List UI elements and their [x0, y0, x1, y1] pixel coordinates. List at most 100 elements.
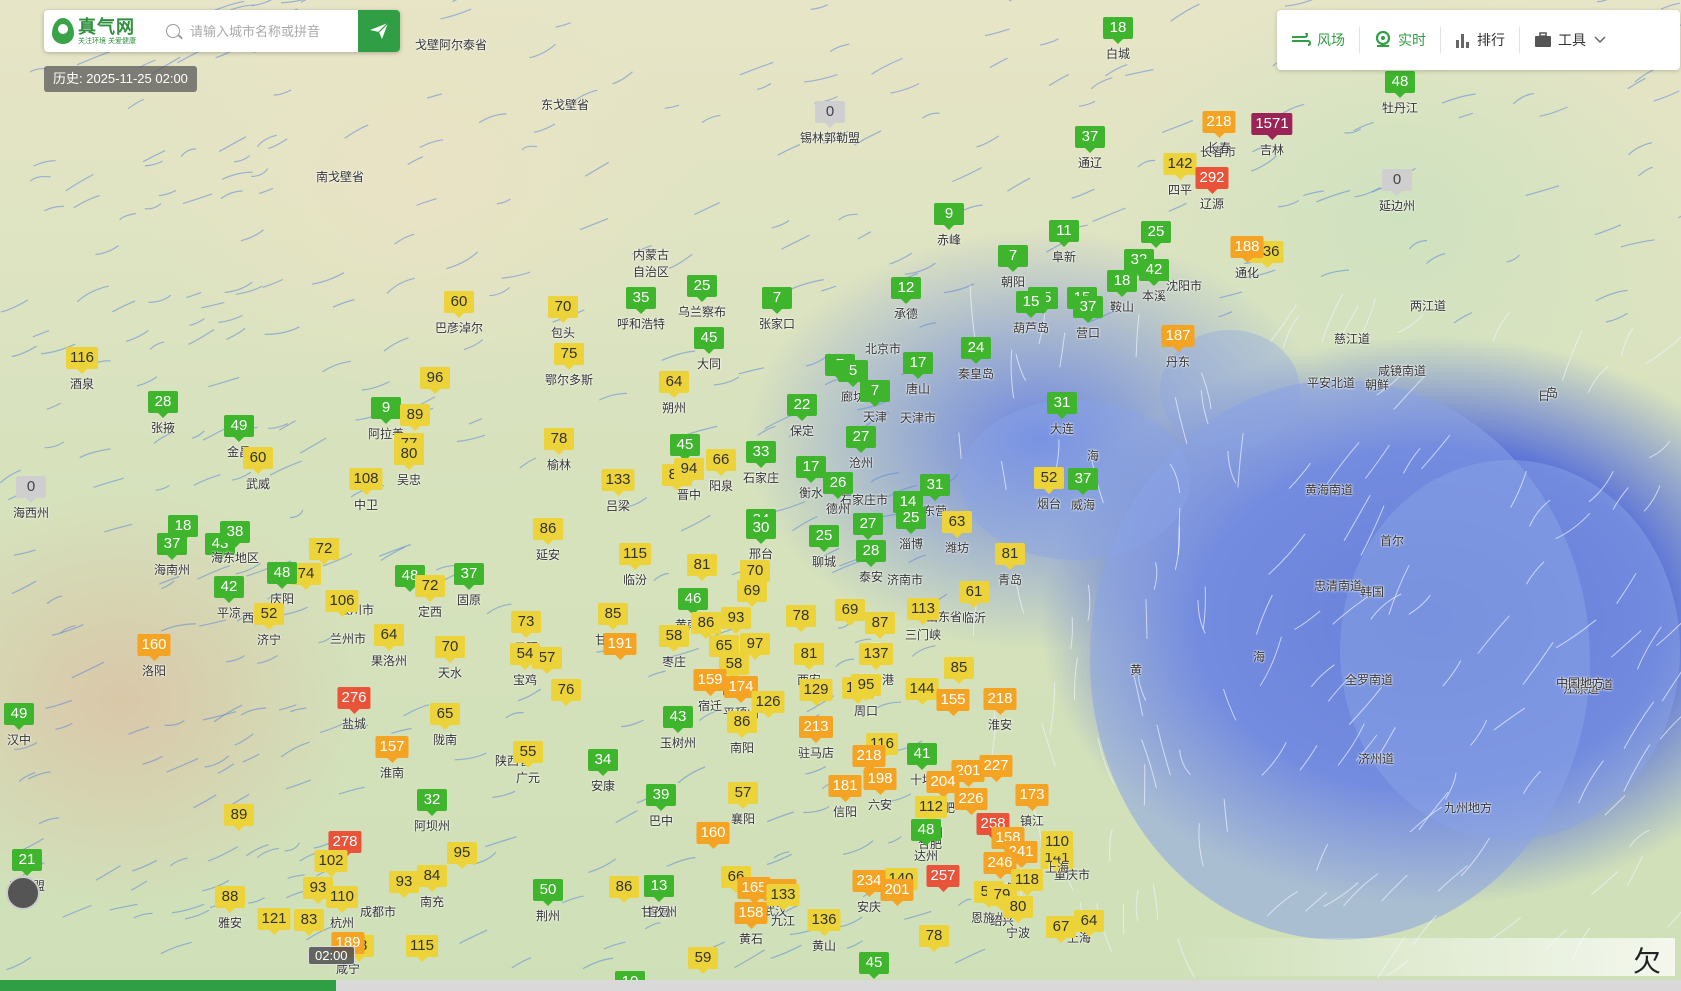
aqi-station-marker[interactable]: 96 [420, 367, 450, 395]
aqi-station-marker[interactable]: 1571 吉林 [1251, 113, 1293, 158]
aqi-station-marker[interactable]: 37 通辽 [1075, 126, 1105, 171]
aqi-station-marker[interactable]: 58 枣庄 [659, 625, 689, 670]
aqi-station-marker[interactable]: 28 张掖 [148, 391, 178, 436]
aqi-station-marker[interactable]: 89 [400, 404, 430, 432]
aqi-station-marker[interactable]: 60 武威 [243, 447, 273, 492]
aqi-station-marker[interactable]: 160 [696, 822, 730, 850]
aqi-station-marker[interactable]: 155 [936, 689, 970, 717]
aqi-station-marker[interactable]: 15 葫芦岛 [1013, 291, 1049, 336]
aqi-station-marker[interactable]: 49 汉中 [4, 703, 34, 748]
aqi-station-marker[interactable]: 102 [314, 850, 348, 878]
aqi-station-marker[interactable]: 66 阳泉 [706, 449, 736, 494]
aqi-station-marker[interactable]: 69 [835, 599, 865, 627]
aqi-station-marker[interactable]: 13 甘孜州 [641, 875, 677, 920]
wind-field-button[interactable]: 风场 [1277, 27, 1360, 53]
aqi-station-marker[interactable]: 136 黄山 [807, 909, 841, 954]
aqi-station-marker[interactable]: 64 [1074, 910, 1104, 938]
aqi-station-marker[interactable]: 113 三门峡 [905, 598, 941, 643]
aqi-station-marker[interactable]: 191 [603, 633, 637, 661]
aqi-station-marker[interactable]: 80 宁波 [1003, 896, 1033, 941]
aqi-station-marker[interactable]: 159 宿迁 [693, 669, 727, 714]
aqi-station-marker[interactable]: 37 海南州 [154, 533, 190, 578]
aqi-station-marker[interactable]: 22 保定 [787, 394, 817, 439]
aqi-station-marker[interactable]: 67 [1046, 916, 1076, 944]
aqi-station-marker[interactable]: 52 济宁 [254, 603, 284, 648]
aqi-station-marker[interactable]: 42 本溪 [1139, 259, 1169, 304]
aqi-station-marker[interactable]: 227 [979, 755, 1013, 783]
map-tool-icon[interactable] [6, 876, 40, 910]
aqi-station-marker[interactable]: 0 锡林郭勒盟 [800, 101, 860, 146]
aqi-station-marker[interactable]: 32 阿坝州 [414, 789, 450, 834]
aqi-station-marker[interactable]: 76 [551, 679, 581, 707]
aqi-station-marker[interactable]: 25 [1141, 221, 1171, 249]
aqi-station-marker[interactable]: 7 天津 [860, 380, 890, 425]
aqi-station-marker[interactable]: 93 [721, 607, 751, 635]
realtime-button[interactable]: 实时 [1360, 27, 1441, 53]
aqi-station-marker[interactable]: 78 [786, 605, 816, 633]
map-canvas[interactable]: 东戈壁省南戈壁省内蒙古 自治区戈壁阿尔泰省陕西省山东省朝鲜韩国江原道黄海南道忠清… [0, 0, 1681, 991]
timeline-track[interactable] [0, 980, 1681, 991]
aqi-station-marker[interactable]: 37 固原 [454, 563, 484, 608]
aqi-station-marker[interactable]: 25 淄博 [896, 507, 926, 552]
aqi-station-marker[interactable]: 33 石家庄 [743, 441, 779, 486]
aqi-station-marker[interactable]: 48 牡丹江 [1382, 71, 1418, 116]
aqi-station-marker[interactable]: 69 [737, 580, 767, 608]
site-logo[interactable]: 真气网 关注环境 关爱健康 [44, 17, 160, 46]
aqi-station-marker[interactable]: 86 延安 [533, 518, 563, 563]
aqi-station-marker[interactable]: 7 朝阳 [998, 245, 1028, 290]
aqi-station-marker[interactable]: 35 呼和浩特 [617, 287, 665, 332]
aqi-station-marker[interactable]: 42 平凉 [214, 576, 244, 621]
aqi-station-marker[interactable]: 31 大连 [1047, 392, 1077, 437]
aqi-station-marker[interactable]: 110 上海 [1041, 831, 1073, 876]
aqi-station-marker[interactable]: 78 榆林 [544, 428, 574, 473]
aqi-station-marker[interactable]: 61 临沂 [959, 581, 989, 626]
aqi-station-marker[interactable]: 157 淮南 [375, 736, 409, 781]
aqi-station-marker[interactable]: 37 营口 [1073, 296, 1103, 341]
aqi-station-marker[interactable]: 292 辽源 [1195, 167, 1229, 212]
aqi-station-marker[interactable]: 188 通化 [1230, 236, 1264, 281]
aqi-station-marker[interactable]: 39 巴中 [646, 784, 676, 829]
aqi-station-marker[interactable]: 94 晋中 [674, 458, 704, 503]
aqi-station-marker[interactable]: 17 唐山 [903, 352, 933, 397]
aqi-station-marker[interactable]: 64 果洛州 [371, 624, 407, 669]
aqi-station-marker[interactable]: 95 [447, 842, 477, 870]
aqi-station-marker[interactable]: 86 [609, 876, 639, 904]
aqi-station-marker[interactable]: 181 信阳 [828, 775, 862, 820]
aqi-station-marker[interactable]: 144 [905, 678, 939, 706]
aqi-station-marker[interactable]: 93 [389, 871, 419, 899]
aqi-station-marker[interactable]: 70 包头 [548, 296, 578, 341]
aqi-station-marker[interactable]: 133 九江 [766, 884, 800, 929]
aqi-station-marker[interactable]: 95 周口 [851, 674, 881, 719]
aqi-station-marker[interactable]: 116 酒泉 [66, 347, 98, 392]
aqi-station-marker[interactable]: 89 [224, 804, 254, 832]
aqi-station-marker[interactable]: 81 青岛 [995, 543, 1025, 588]
aqi-station-marker[interactable]: 45 [859, 952, 889, 980]
aqi-station-marker[interactable]: 25 乌兰察布 [678, 275, 726, 320]
aqi-station-marker[interactable]: 129 [799, 679, 833, 707]
aqi-station-marker[interactable]: 80 吴忠 [394, 443, 424, 488]
aqi-station-marker[interactable]: 37 威海 [1068, 468, 1098, 513]
aqi-station-marker[interactable]: 63 潍坊 [942, 511, 972, 556]
aqi-station-marker[interactable]: 201 [880, 879, 914, 907]
aqi-station-marker[interactable]: 121 [257, 908, 291, 936]
aqi-station-marker[interactable]: 11 阜新 [1049, 220, 1079, 265]
aqi-station-marker[interactable]: 70 天水 [435, 636, 465, 681]
aqi-station-marker[interactable]: 0 海西州 [13, 476, 49, 521]
aqi-station-marker[interactable]: 52 烟台 [1034, 467, 1064, 512]
aqi-station-marker[interactable]: 198 六安 [863, 768, 897, 813]
aqi-station-marker[interactable]: 48 达州 [911, 819, 941, 864]
aqi-station-marker[interactable]: 38 海东地区 [211, 521, 259, 566]
aqi-station-marker[interactable]: 18 白城 [1103, 17, 1133, 62]
ranking-button[interactable]: 排行 [1441, 27, 1520, 53]
aqi-station-marker[interactable]: 218 长春 [1202, 111, 1236, 156]
aqi-station-marker[interactable]: 226 [954, 788, 988, 816]
aqi-station-marker[interactable]: 34 安康 [588, 749, 618, 794]
aqi-station-marker[interactable]: 7 张家口 [759, 287, 795, 332]
aqi-station-marker[interactable]: 83 [294, 909, 324, 937]
aqi-station-marker[interactable]: 72 [309, 538, 339, 566]
aqi-station-marker[interactable]: 65 陇南 [430, 703, 460, 748]
aqi-station-marker[interactable]: 86 南阳 [727, 711, 757, 756]
aqi-station-marker[interactable]: 17 衡水 [796, 456, 826, 501]
aqi-station-marker[interactable]: 59 [688, 947, 718, 975]
aqi-station-marker[interactable]: 72 定西 [415, 575, 445, 620]
